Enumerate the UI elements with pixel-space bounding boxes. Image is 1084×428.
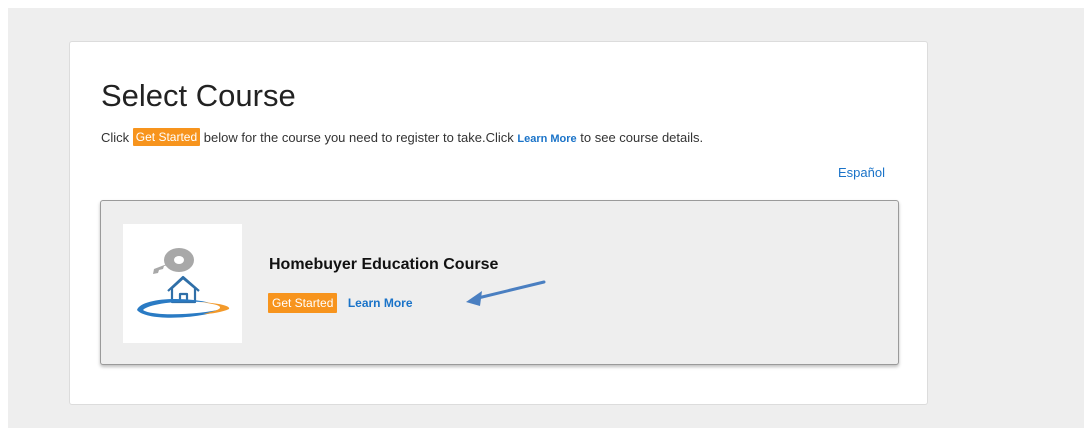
course-actions: Get Started Learn More (268, 293, 413, 313)
learn-more-inline-link[interactable]: Learn More (517, 133, 576, 145)
language-espanol-link[interactable]: Español (838, 165, 885, 180)
select-course-panel: Select Course Click Get Started below fo… (69, 41, 928, 405)
course-title: Homebuyer Education Course (269, 256, 499, 273)
instructions-middle: below for the course you need to registe… (200, 130, 518, 145)
house-key-icon (137, 248, 230, 318)
instructions-prefix: Click (101, 130, 133, 145)
annotation-arrow-icon (466, 280, 546, 306)
instructions-text: Click Get Started below for the course y… (101, 128, 703, 148)
swoosh-icon (137, 298, 230, 318)
get-started-button[interactable]: Get Started (268, 293, 338, 313)
page-title: Select Course (101, 78, 296, 113)
house-icon (167, 275, 200, 304)
get-started-badge: Get Started (132, 128, 201, 146)
course-thumbnail (123, 224, 242, 343)
learn-more-link[interactable]: Learn More (348, 296, 413, 310)
key-icon (153, 248, 194, 274)
instructions-suffix: to see course details. (576, 130, 704, 145)
